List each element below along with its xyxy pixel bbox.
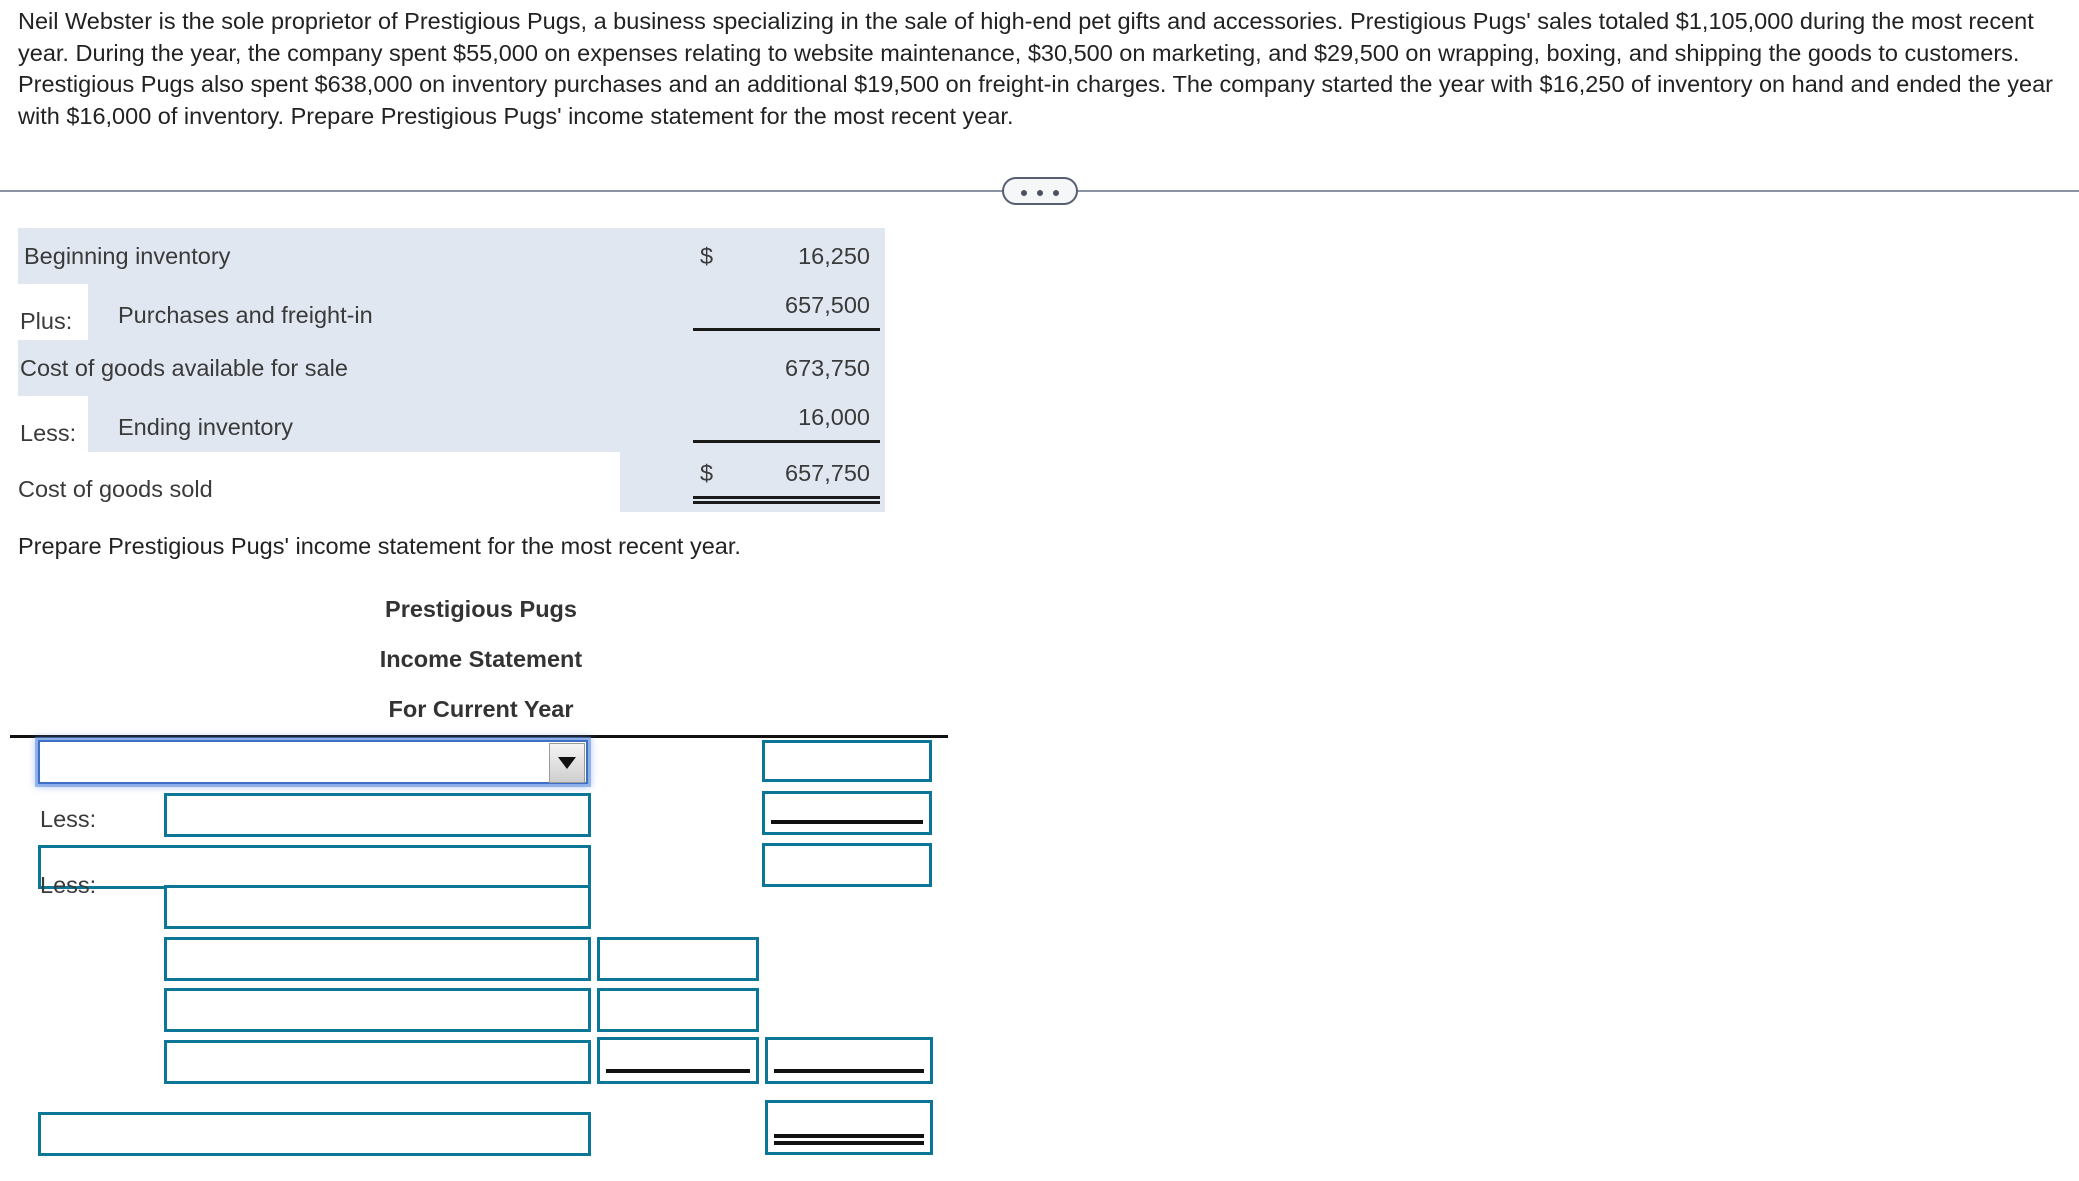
cogs-row-label: Ending inventory <box>118 414 294 440</box>
amount-input-right-3[interactable] <box>762 843 932 887</box>
cogs-row-amount: 16,250 <box>798 243 870 269</box>
description-input-8[interactable] <box>38 1112 591 1156</box>
ellipsis-dot-3 <box>1053 190 1059 196</box>
cogs-row-prefix: Plus: <box>20 308 73 334</box>
cogs-row-amount: 16,000 <box>798 404 870 430</box>
ellipsis-dot-1 <box>1021 190 1027 196</box>
cogs-row-amount: 657,500 <box>785 292 870 318</box>
subtotal-rule <box>771 820 923 824</box>
statement-title: Income Statement <box>379 646 583 672</box>
statement-period: For Current Year <box>388 696 574 722</box>
cogs-row-label: Cost of goods sold <box>18 476 213 502</box>
cogs-row-label: Cost of goods available for sale <box>20 355 348 381</box>
total-double-rule <box>774 1134 924 1145</box>
cogs-row-label: Beginning inventory <box>24 243 231 269</box>
amount-input-mid-5[interactable] <box>597 937 759 981</box>
subtotal-rule <box>774 1069 924 1073</box>
cogs-row-amount: 657,750 <box>785 460 870 486</box>
amount-input-right-2[interactable] <box>762 791 932 835</box>
description-input-3[interactable] <box>38 845 591 889</box>
amount-input-right-1[interactable] <box>762 740 932 782</box>
row-label-less-1: Less: <box>40 806 97 832</box>
ellipsis-dot-2 <box>1037 190 1043 196</box>
amount-input-right-8-total[interactable] <box>765 1100 933 1155</box>
subtotal-rule <box>693 328 880 331</box>
row-label-less-2: Less: <box>40 872 97 898</box>
chevron-down-glyph <box>558 757 576 769</box>
amount-input-mid-6[interactable] <box>597 988 759 1032</box>
description-input-4[interactable] <box>164 885 591 929</box>
amount-input-right-7[interactable] <box>765 1037 933 1084</box>
total-double-rule <box>693 496 880 504</box>
chevron-down-icon[interactable] <box>549 743 585 783</box>
amount-input-mid-7[interactable] <box>597 1037 759 1084</box>
statement-company-name: Prestigious Pugs <box>385 596 577 622</box>
description-input-2[interactable] <box>164 793 591 837</box>
description-input-6[interactable] <box>164 988 591 1032</box>
cogs-row-prefix: Less: <box>20 420 77 446</box>
subtotal-rule <box>606 1069 750 1073</box>
description-input-7[interactable] <box>164 1040 591 1084</box>
cogs-row-amount: 673,750 <box>785 355 870 381</box>
ellipsis-icon[interactable] <box>1002 177 1078 205</box>
cogs-row-label: Purchases and freight-in <box>118 302 373 328</box>
account-select-dropdown[interactable] <box>38 740 588 784</box>
statement-top-rule <box>10 735 948 738</box>
income-statement-form: Prestigious Pugs Income Statement For Cu… <box>0 0 962 1181</box>
description-input-5[interactable] <box>164 937 591 981</box>
subtotal-rule <box>693 440 880 443</box>
